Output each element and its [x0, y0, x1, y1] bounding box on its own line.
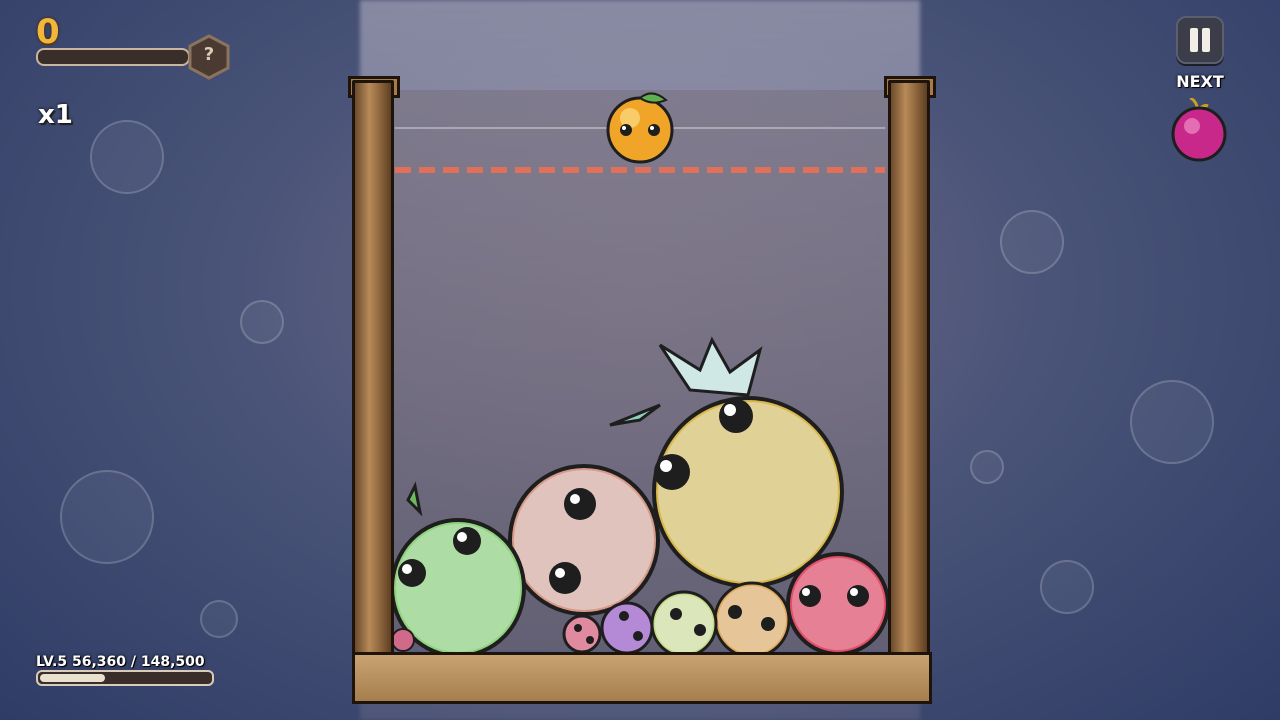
plum-icon [1171, 98, 1227, 162]
jar-left-wall [352, 80, 394, 686]
orange-icon[interactable] [606, 92, 674, 164]
peach-fruit [508, 464, 660, 616]
score-progress-bar [36, 48, 190, 66]
pause-icon [1202, 28, 1210, 52]
pause-icon [1190, 28, 1198, 52]
grape-fruit [600, 601, 654, 655]
next-label: NEXT [1176, 72, 1224, 91]
apple-fruit [786, 552, 890, 656]
level-progress-fill [40, 674, 105, 682]
level-progress-bar [36, 670, 214, 686]
pear-fruit [390, 481, 526, 658]
jar-right-wall [888, 80, 930, 686]
danger-line [395, 167, 885, 173]
cherry-fruit [391, 628, 415, 652]
persimmon-fruit [713, 581, 791, 659]
badge-symbol: ? [203, 44, 215, 65]
pause-button[interactable] [1176, 16, 1224, 64]
lime-fruit [650, 590, 718, 658]
strawberry-fruit [562, 614, 602, 654]
combo-multiplier: x1 [38, 100, 73, 130]
mystery-badge[interactable]: ? [188, 34, 230, 80]
score-value: 0 [36, 12, 60, 52]
jar-floor [352, 652, 932, 704]
jar-fruits-layer [390, 92, 890, 659]
level-text: LV.5 56,360 / 148,500 [36, 654, 205, 670]
